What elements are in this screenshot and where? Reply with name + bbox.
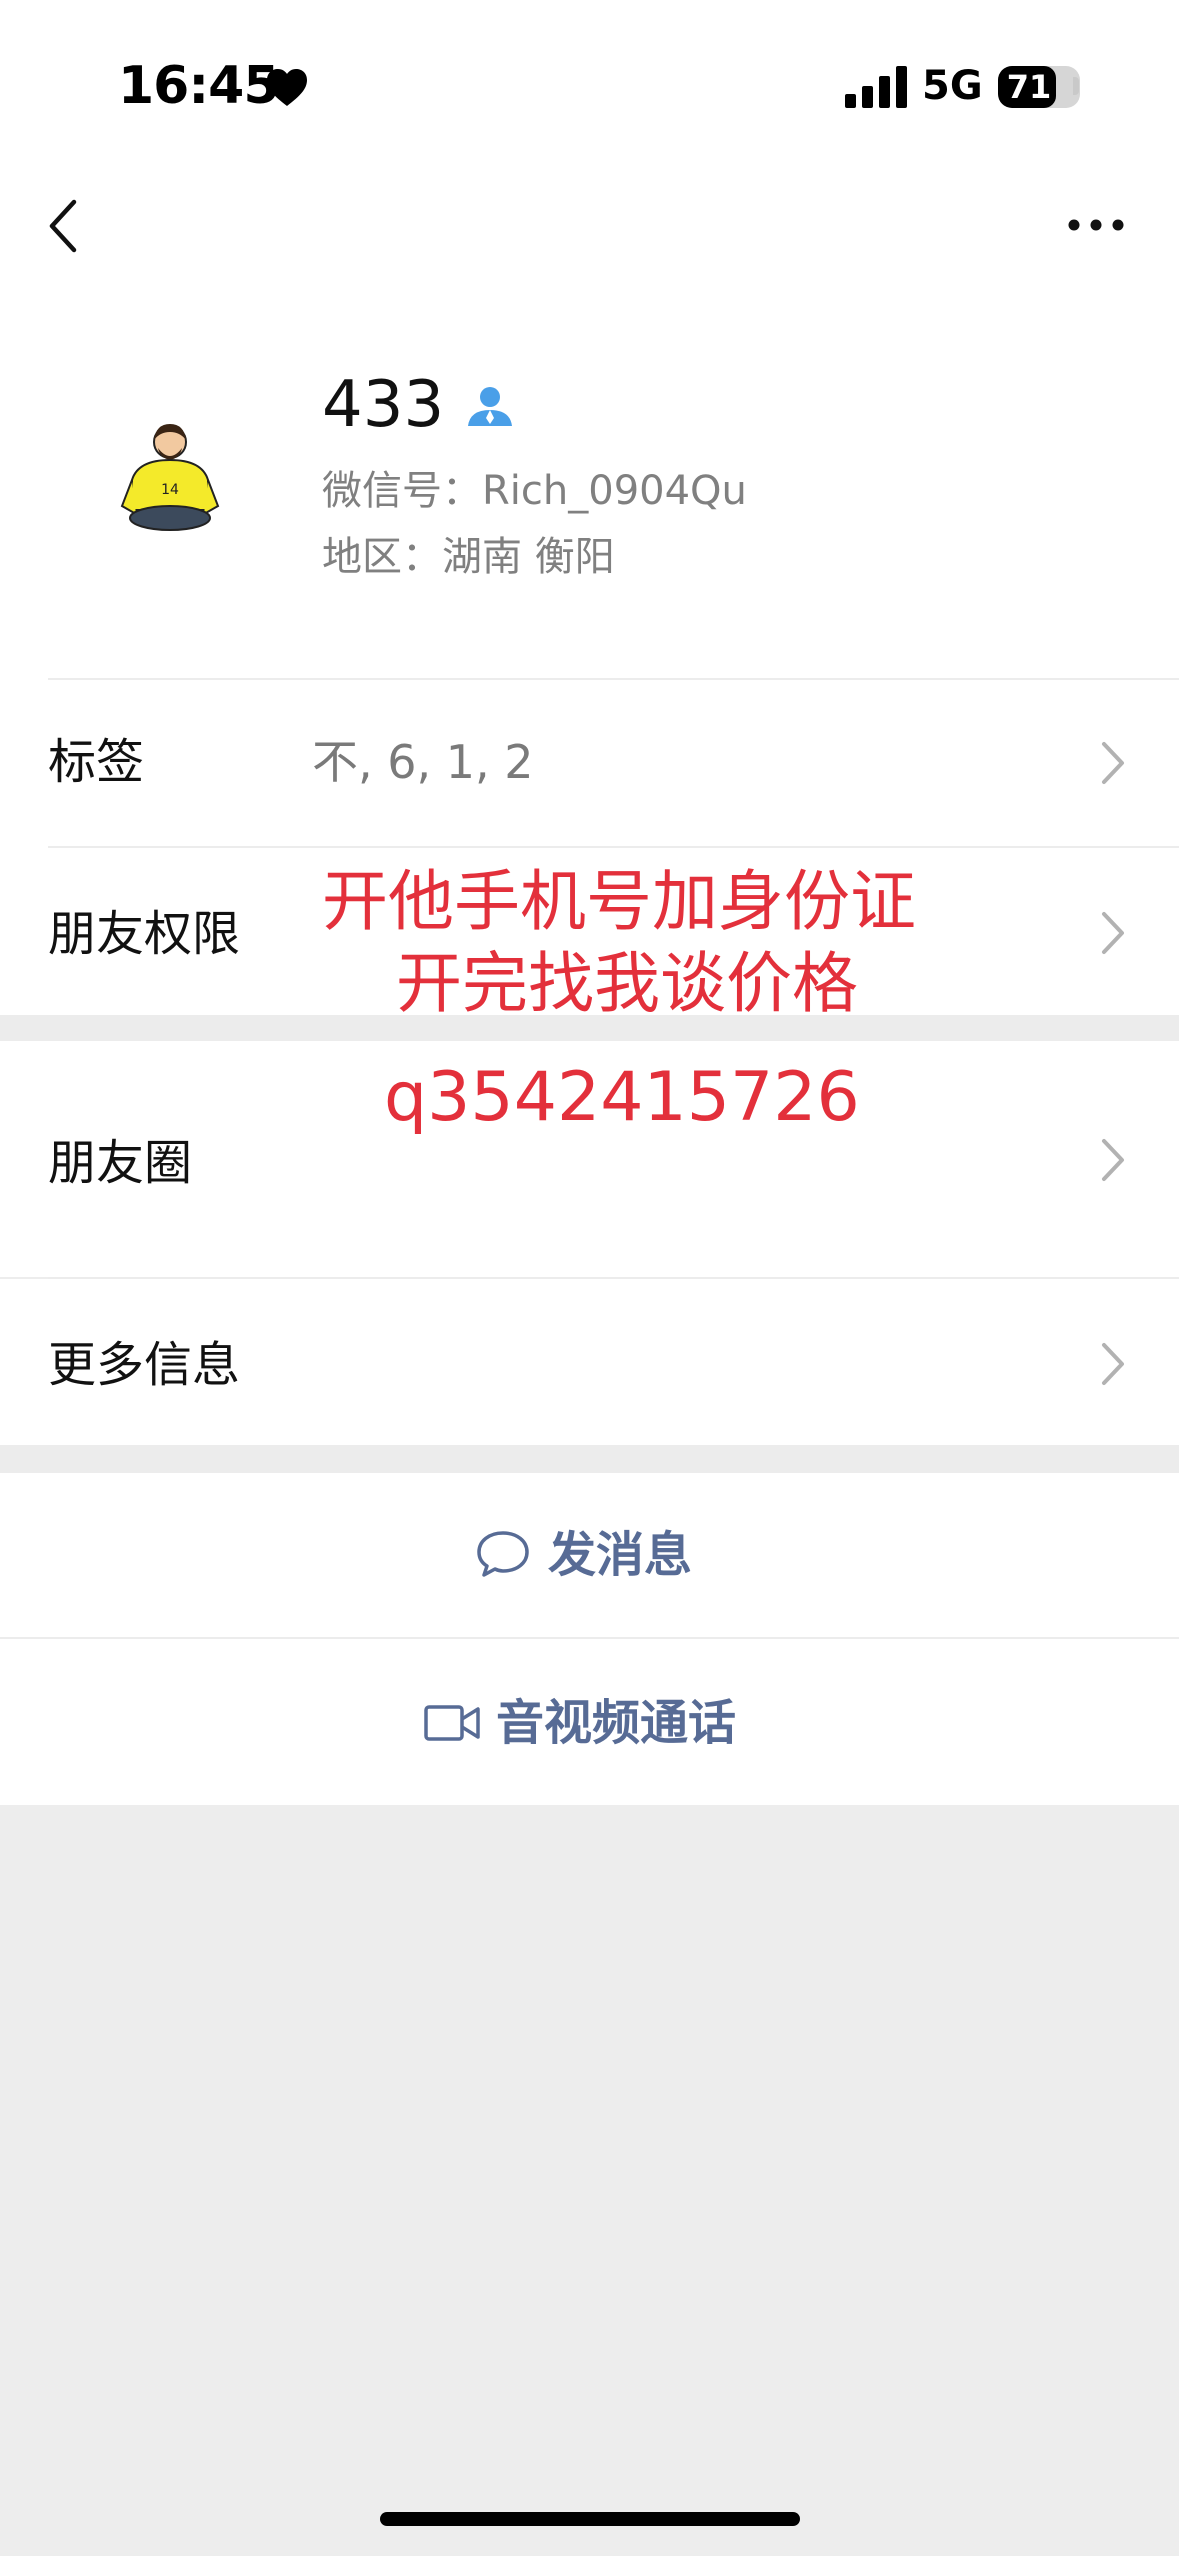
chevron-right-icon [1102, 742, 1124, 784]
overlay-contact: q3542415726 [384, 1058, 860, 1137]
battery-percent: 71 [1006, 68, 1052, 106]
overlay-text-line1: 开他手机号加身份证 [322, 863, 916, 940]
status-time: 16:45 [118, 56, 280, 116]
svg-text:14: 14 [161, 482, 179, 498]
more-info-row[interactable]: 更多信息 [0, 1279, 1179, 1445]
back-icon[interactable] [44, 198, 84, 254]
region: 地区：湖南 衡阳 [322, 534, 615, 580]
heart-icon [267, 69, 307, 106]
video-camera-icon [424, 1705, 480, 1741]
home-indicator[interactable] [380, 2512, 800, 2526]
chevron-right-icon [1102, 912, 1124, 954]
nickname: 433 [322, 368, 445, 442]
chevron-right-icon [1102, 1139, 1124, 1181]
video-call-button[interactable]: 音视频通话 [0, 1639, 1179, 1805]
battery-nub [1073, 77, 1079, 95]
signal-icon [845, 66, 907, 108]
send-message-button[interactable]: 发消息 [0, 1473, 1179, 1637]
chat-bubble-icon [477, 1531, 529, 1577]
send-message-label: 发消息 [548, 1527, 693, 1583]
moments-label: 朋友圈 [48, 1135, 193, 1191]
person-badge-icon [468, 387, 512, 426]
more-icon[interactable] [1066, 210, 1126, 240]
wechat-id: 微信号：Rich_0904Qu [322, 468, 747, 514]
tags-label: 标签 [48, 734, 145, 790]
more-info-label: 更多信息 [48, 1337, 241, 1393]
tags-value: 不, 6, 1, 2 [312, 735, 534, 789]
chevron-right-icon [1102, 1343, 1124, 1385]
friend-permissions-label: 朋友权限 [48, 906, 241, 962]
video-call-label: 音视频通话 [496, 1695, 737, 1751]
avatar[interactable]: 14 [118, 418, 222, 534]
network-type: 5G [922, 63, 983, 109]
tags-row[interactable]: 标签 不, 6, 1, 2 [0, 680, 1179, 846]
section-gap [0, 1445, 1179, 1473]
battery-indicator: 71 [998, 66, 1080, 108]
overlay-text-line2: 开完找我谈价格 [396, 945, 858, 1022]
